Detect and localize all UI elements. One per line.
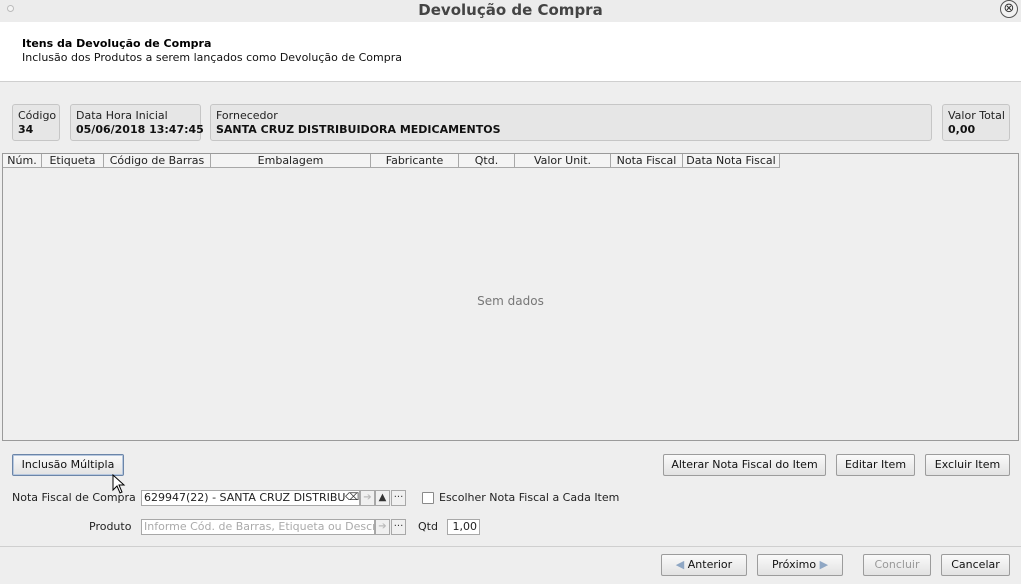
column-header-fabricante[interactable]: Fabricante [371, 154, 459, 168]
valor-total-value: 0,00 [948, 123, 976, 136]
qtd-value: 1,00 [452, 520, 478, 533]
items-table[interactable]: Núm. Etiqueta Código de Barras Embalagem… [2, 153, 1019, 441]
anterior-label: Anterior [687, 558, 733, 571]
anterior-button[interactable]: ◀ Anterior [661, 554, 747, 576]
page-subtitle: Inclusão dos Produtos a serem lançados c… [22, 51, 402, 64]
inclusao-multipla-button[interactable]: Inclusão Múltipla [12, 454, 124, 476]
column-header-num[interactable]: Núm. [3, 154, 42, 168]
concluir-button[interactable]: Concluir [863, 554, 931, 576]
proximo-label: Próximo [771, 558, 817, 571]
arrow-right-icon[interactable]: ➔ [360, 490, 375, 506]
nota-fiscal-value: 629947(22) - SANTA CRUZ DISTRIBUI [144, 491, 349, 504]
clear-icon[interactable]: ⌫ [345, 490, 360, 506]
fornecedor-box: Fornecedor SANTA CRUZ DISTRIBUIDORA MEDI… [210, 104, 932, 141]
produto-placeholder: Informe Cód. de Barras, Etiqueta ou Desc… [144, 520, 375, 533]
produto-input[interactable]: Informe Cód. de Barras, Etiqueta ou Desc… [141, 519, 375, 535]
excluir-item-button[interactable]: Excluir Item [925, 454, 1010, 476]
data-hora-value: 05/06/2018 13:47:45 [76, 123, 204, 136]
codigo-label: Código [18, 109, 57, 122]
more-icon[interactable]: ··· [391, 490, 406, 506]
valor-total-box: Valor Total 0,00 [942, 104, 1010, 141]
nota-fiscal-field[interactable]: 629947(22) - SANTA CRUZ DISTRIBUI [141, 490, 360, 506]
proximo-button[interactable]: Próximo ▶ [757, 554, 843, 576]
produto-more-icon[interactable]: ··· [391, 519, 406, 535]
codigo-value: 34 [18, 123, 34, 136]
page-title: Itens da Devolução de Compra [22, 37, 212, 50]
column-header-nota-fiscal[interactable]: Nota Fiscal [611, 154, 683, 168]
arrow-left-icon: ◀ [675, 558, 685, 571]
cancelar-button[interactable]: Cancelar [941, 554, 1010, 576]
nota-fiscal-label: Nota Fiscal de Compra [12, 491, 136, 504]
alterar-nota-fiscal-button[interactable]: Alterar Nota Fiscal do Item [663, 454, 826, 476]
close-icon[interactable]: ⊗ [1000, 0, 1018, 18]
empty-state-text: Sem dados [477, 294, 544, 308]
escolher-nota-checkbox[interactable] [422, 492, 434, 504]
produto-label: Produto [89, 520, 132, 533]
qtd-input[interactable]: 1,00 [447, 519, 480, 535]
footer-divider [0, 546, 1021, 547]
produto-arrow-icon[interactable]: ➔ [375, 519, 390, 535]
qtd-label: Qtd [418, 520, 438, 533]
data-hora-box: Data Hora Inicial 05/06/2018 13:47:45 [70, 104, 204, 141]
fornecedor-label: Fornecedor [216, 109, 278, 122]
window-title: Devolução de Compra [418, 1, 603, 19]
column-header-valor-unit[interactable]: Valor Unit. [515, 154, 611, 168]
column-header-data-nota-fiscal[interactable]: Data Nota Fiscal [683, 154, 780, 168]
up-icon[interactable]: ▲ [375, 490, 390, 506]
column-header-qtd[interactable]: Qtd. [459, 154, 515, 168]
data-hora-label: Data Hora Inicial [76, 109, 168, 122]
fornecedor-value: SANTA CRUZ DISTRIBUIDORA MEDICAMENTOS [216, 123, 501, 136]
escolher-nota-label[interactable]: Escolher Nota Fiscal a Cada Item [439, 491, 619, 504]
arrow-right-nav-icon: ▶ [819, 558, 829, 571]
column-header-etiqueta[interactable]: Etiqueta [42, 154, 104, 168]
valor-total-label: Valor Total [948, 109, 1005, 122]
codigo-box: Código 34 [12, 104, 60, 141]
column-header-embalagem[interactable]: Embalagem [211, 154, 371, 168]
column-header-codigo-barras[interactable]: Código de Barras [104, 154, 211, 168]
editar-item-button[interactable]: Editar Item [836, 454, 915, 476]
